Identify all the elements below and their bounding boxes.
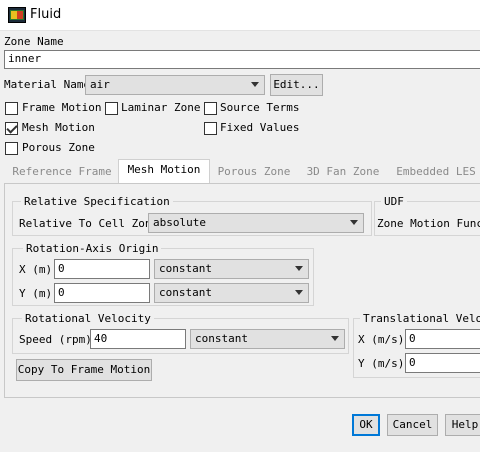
tab-mesh-motion[interactable]: Mesh Motion — [118, 159, 210, 184]
chevron-down-icon — [331, 336, 339, 341]
axis-x-input[interactable]: 0 — [54, 259, 150, 279]
source-terms-label: Source Terms — [220, 101, 300, 114]
title-bar: Fluid — [0, 0, 480, 31]
relative-spec-title: Relative Specification — [21, 195, 173, 208]
relative-cell-zone-select[interactable]: absolute — [148, 213, 364, 233]
zone-name-value: inner — [8, 52, 42, 65]
ok-button[interactable]: OK — [352, 414, 380, 436]
axis-x-profile-value: constant — [159, 262, 212, 275]
speed-profile-value: constant — [195, 332, 248, 345]
zone-motion-function-label: Zone Motion Funct — [377, 217, 480, 230]
trans-x-label: X (m/s) — [358, 333, 405, 346]
translational-velocity-title: Translational Veloc — [360, 312, 480, 325]
porous-zone-checkbox[interactable] — [5, 142, 18, 155]
axis-y-input[interactable]: 0 — [54, 283, 150, 303]
axis-x-value: 0 — [58, 262, 65, 275]
trans-x-input[interactable]: 0 — [405, 329, 480, 349]
tab-porous-zone[interactable]: Porous Zone — [212, 162, 296, 184]
axis-y-label: Y (m) — [19, 287, 53, 300]
relative-cell-zone-value: absolute — [153, 216, 206, 229]
tab-embedded-les[interactable]: Embedded LES — [390, 162, 480, 184]
source-terms-checkbox[interactable] — [204, 102, 217, 115]
speed-profile-select[interactable]: constant — [190, 329, 345, 349]
mesh-motion-label: Mesh Motion — [22, 121, 95, 134]
chevron-down-icon — [295, 290, 303, 295]
axis-y-profile-value: constant — [159, 286, 212, 299]
trans-y-input[interactable]: 0 — [405, 353, 480, 373]
trans-y-label: Y (m/s) — [358, 357, 405, 370]
speed-label: Speed (rpm) — [19, 333, 92, 346]
fixed-values-checkbox[interactable] — [204, 122, 217, 135]
help-button[interactable]: Help — [445, 414, 480, 436]
udf-title: UDF — [381, 195, 407, 208]
material-name-label: Material Name — [4, 78, 91, 91]
frame-motion-checkbox[interactable] — [5, 102, 18, 115]
mesh-motion-checkbox[interactable] — [5, 122, 18, 135]
trans-y-value: 0 — [409, 356, 416, 369]
laminar-zone-checkbox[interactable] — [105, 102, 118, 115]
frame-motion-label: Frame Motion — [22, 101, 102, 114]
axis-y-value: 0 — [58, 286, 65, 299]
axis-x-profile-select[interactable]: constant — [154, 259, 309, 279]
chevron-down-icon — [251, 82, 259, 87]
window-title: Fluid — [30, 7, 62, 22]
porous-zone-label: Porous Zone — [22, 141, 95, 154]
material-value: air — [90, 78, 110, 91]
relative-cell-zone-label: Relative To Cell Zone — [19, 217, 159, 230]
chevron-down-icon — [295, 266, 303, 271]
rotation-axis-title: Rotation-Axis Origin — [23, 242, 162, 255]
chevron-down-icon — [350, 220, 358, 225]
rotational-velocity-title: Rotational Velocity — [22, 312, 154, 325]
axis-x-label: X (m) — [19, 263, 53, 276]
zone-name-field[interactable]: inner — [4, 50, 480, 69]
edit-material-button[interactable]: Edit... — [270, 74, 323, 96]
cancel-button[interactable]: Cancel — [387, 414, 438, 436]
tab-3d-fan-zone[interactable]: 3D Fan Zone — [298, 162, 388, 184]
fluent-app-icon — [8, 7, 26, 23]
tab-reference-frame[interactable]: Reference Frame — [8, 162, 116, 184]
axis-y-profile-select[interactable]: constant — [154, 283, 309, 303]
zone-name-label: Zone Name — [4, 35, 64, 48]
material-select[interactable]: air — [85, 75, 265, 95]
speed-value: 40 — [94, 332, 108, 345]
copy-to-frame-motion-button[interactable]: Copy To Frame Motion — [16, 359, 152, 381]
speed-input[interactable]: 40 — [90, 329, 186, 349]
fixed-values-label: Fixed Values — [220, 121, 300, 134]
trans-x-value: 0 — [409, 332, 416, 345]
laminar-zone-label: Laminar Zone — [121, 101, 201, 114]
